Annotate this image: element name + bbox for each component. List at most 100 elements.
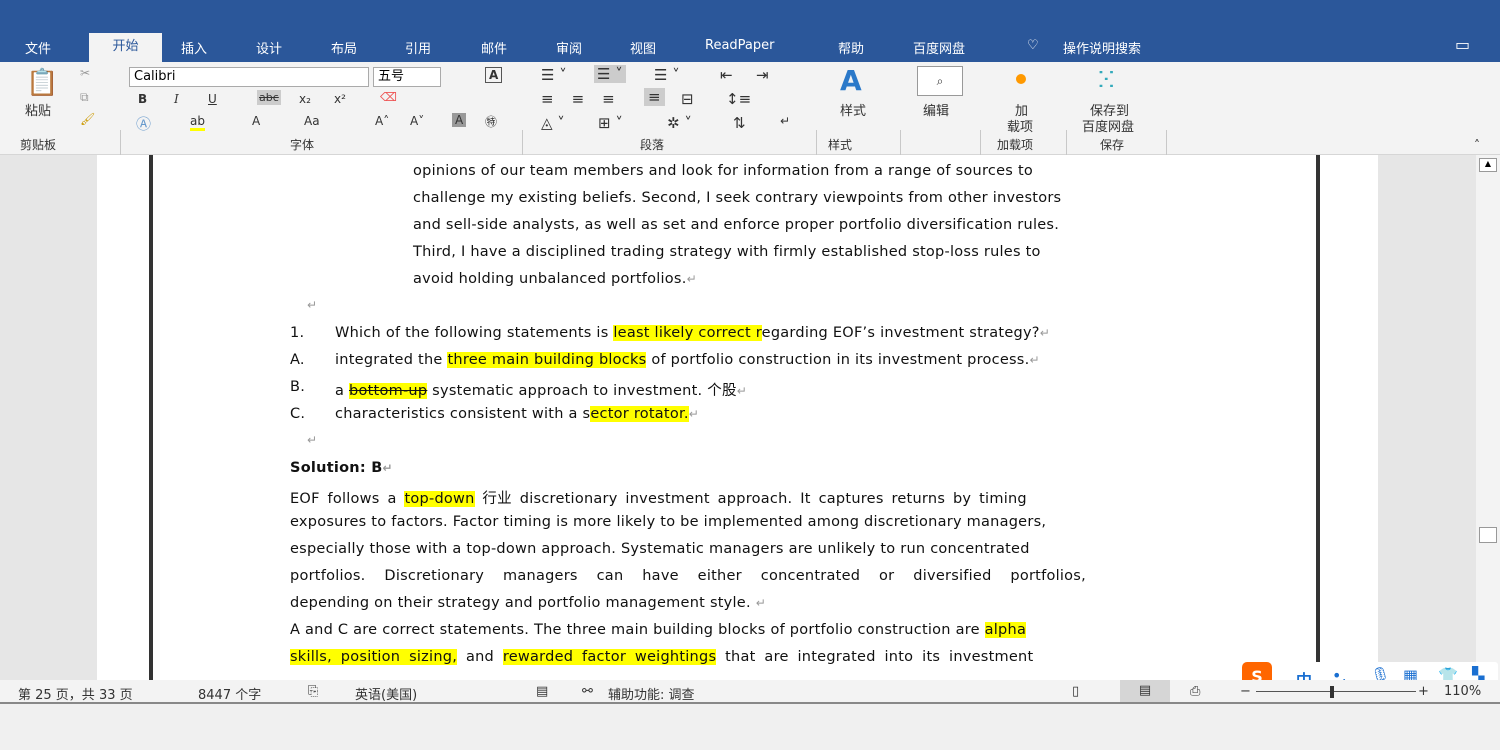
text-effects-icon[interactable]: Ⓐ xyxy=(136,113,151,134)
borders-icon[interactable]: ⊞ ˅ xyxy=(598,114,623,132)
accessibility-status[interactable]: 辅助功能: 调查 xyxy=(608,684,695,703)
paragraph-mark: ↵ xyxy=(307,298,318,312)
superscript-button[interactable]: x² xyxy=(334,92,346,106)
clear-format-icon[interactable]: ⌫ xyxy=(380,90,397,104)
tell-me-search[interactable]: 操作说明搜索 xyxy=(1063,38,1141,57)
cut-icon[interactable]: ✂ xyxy=(80,66,90,80)
text-span: A and C are correct statements. The thre… xyxy=(290,622,985,638)
bold-button[interactable]: B xyxy=(138,92,147,106)
read-mode-icon[interactable]: ▯ xyxy=(1072,684,1079,699)
highlight-icon[interactable]: ab xyxy=(190,114,205,131)
tab-help[interactable]: 帮助 xyxy=(838,38,864,57)
strikethrough-button[interactable]: abc xyxy=(257,90,281,105)
text-span: avoid holding unbalanced portfolios.↵ xyxy=(413,271,697,287)
styles-button[interactable]: 样式 xyxy=(840,100,866,119)
clipboard-group-label: 剪贴板 xyxy=(20,138,57,152)
multilevel-list-icon[interactable]: ☰ ˅ xyxy=(654,66,680,84)
text-span xyxy=(149,155,153,680)
zoom-slider-thumb[interactable] xyxy=(1330,686,1334,698)
document-page[interactable]: opinions of our team members and look fo… xyxy=(97,155,1378,680)
addins-group-label: 加载项 xyxy=(997,138,1034,152)
zoom-level[interactable]: 110% xyxy=(1444,684,1481,699)
proofing-icon[interactable]: ⎘ xyxy=(308,684,318,699)
tab-view[interactable]: 视图 xyxy=(630,38,656,57)
paragraph-mark: ↵ xyxy=(736,384,748,398)
tab-design[interactable]: 设计 xyxy=(256,38,282,57)
tab-mailings[interactable]: 邮件 xyxy=(481,38,507,57)
tab-baidu[interactable]: 百度网盘 xyxy=(913,38,965,57)
comments-icon[interactable]: ▭ xyxy=(1455,35,1470,54)
text-span: that are integrated into its investment xyxy=(716,649,1034,665)
increase-indent-icon[interactable]: ⇥ xyxy=(756,66,769,84)
text-span: characteristics consistent with a s xyxy=(335,406,591,422)
tab-layout[interactable]: 布局 xyxy=(331,38,357,57)
tab-references[interactable]: 引用 xyxy=(405,38,431,57)
bullets-icon[interactable]: ☰ ˅ xyxy=(541,66,567,84)
change-case-button[interactable]: Aa xyxy=(304,114,320,128)
tab-readpaper[interactable]: ReadPaper xyxy=(705,38,774,53)
underline-button[interactable]: U xyxy=(208,92,217,106)
italic-button[interactable]: I xyxy=(174,92,179,106)
paste-button[interactable]: 粘贴 xyxy=(25,100,51,119)
format-painter-icon[interactable]: 🖌 xyxy=(80,112,95,126)
search-icon[interactable]: ⌕ xyxy=(917,66,963,96)
justify-button[interactable]: ≡ xyxy=(644,88,665,106)
line-spacing-icon[interactable]: ↕≡ xyxy=(726,90,751,108)
text-span: depending on their strategy and portfoli… xyxy=(290,595,766,611)
sort-icon[interactable]: ⇅ xyxy=(733,114,746,132)
highlighted-text: bottom-up xyxy=(349,383,428,399)
shrink-font-button[interactable]: A˅ xyxy=(410,114,424,128)
font-name-select[interactable]: Calibri xyxy=(129,67,369,87)
font-size-select[interactable]: 五号 xyxy=(373,67,441,87)
addins-label-2[interactable]: 载项 xyxy=(1007,116,1033,135)
highlighted-text: rewarded factor weightings xyxy=(502,649,717,665)
paragraph-line: challenge my existing beliefs. Second, I… xyxy=(413,190,1062,206)
option-a-text: integrated the three main building block… xyxy=(335,352,1040,368)
align-buttons[interactable]: ≡≡≡ xyxy=(541,90,633,108)
print-layout-icon[interactable]: ▤ xyxy=(1120,680,1170,702)
zoom-in-button[interactable]: + xyxy=(1418,684,1429,699)
word-count[interactable]: 8447 个字 xyxy=(198,684,261,703)
tab-file[interactable]: 文件 xyxy=(25,38,51,57)
scroll-up-button[interactable]: ▲ xyxy=(1479,158,1497,172)
tab-review[interactable]: 审阅 xyxy=(556,38,582,57)
collapse-ribbon-icon[interactable]: ˄ xyxy=(1474,138,1480,152)
text-span: Which of the following statements is xyxy=(335,325,614,341)
zoom-out-button[interactable]: − xyxy=(1240,684,1251,699)
show-marks-icon[interactable]: ↵ xyxy=(780,114,790,128)
explanation-line: portfolios. Discretionary managers can h… xyxy=(290,568,1086,584)
shading-icon[interactable]: ◬ ˅ xyxy=(541,114,565,132)
language[interactable]: 英语(美国) xyxy=(355,684,417,703)
grow-font-button[interactable]: A˄ xyxy=(375,114,389,128)
copy-icon[interactable]: ⧉ xyxy=(80,90,89,105)
text-span xyxy=(1316,155,1320,680)
paragraph-mark: ↵ xyxy=(382,461,393,475)
numbering-icon[interactable]: ☰ ˅ xyxy=(594,65,626,83)
char-border-icon[interactable]: A xyxy=(485,67,503,83)
subscript-button[interactable]: x₂ xyxy=(299,92,311,106)
char-shading-icon[interactable]: A xyxy=(452,113,467,127)
paste-icon[interactable]: 📋 xyxy=(26,68,58,98)
page-count[interactable]: 第 25 页，共 33 页 xyxy=(18,684,133,703)
asian-layout-icon[interactable]: ✲ ˅ xyxy=(667,114,692,132)
text-span: and xyxy=(457,649,503,665)
macro-icon[interactable]: ▤ xyxy=(536,684,548,699)
styles-icon[interactable]: A xyxy=(840,64,862,97)
distributed-icon[interactable]: ⊟ xyxy=(681,90,694,108)
zoom-slider[interactable] xyxy=(1256,691,1416,692)
tab-insert[interactable]: 插入 xyxy=(181,38,207,57)
vertical-scrollbar[interactable]: ▲ xyxy=(1476,155,1500,680)
status-bar: 第 25 页，共 33 页 8447 个字 ⎘ 英语(美国) ▤ ⚯ 辅助功能:… xyxy=(0,680,1500,704)
decrease-indent-icon[interactable]: ⇤ xyxy=(720,66,733,84)
font-color-icon[interactable]: A xyxy=(252,114,260,128)
styles-group-label: 样式 xyxy=(828,138,853,152)
enclose-char-icon[interactable]: ㊕ xyxy=(485,113,497,130)
paragraph-line: avoid holding unbalanced portfolios. xyxy=(413,271,687,287)
tab-home[interactable]: 开始 xyxy=(89,33,162,63)
editing-button[interactable]: 编辑 xyxy=(923,100,949,119)
web-layout-icon[interactable]: ⎙ xyxy=(1190,684,1200,699)
save-baidu-label-2[interactable]: 百度网盘 xyxy=(1082,116,1134,135)
title-bar: 文件 开始 插入 设计 布局 引用 邮件 审阅 视图 ReadPaper 帮助 … xyxy=(0,0,1500,63)
scroll-thumb[interactable] xyxy=(1479,527,1497,543)
highlighted-text: alpha xyxy=(984,622,1027,638)
